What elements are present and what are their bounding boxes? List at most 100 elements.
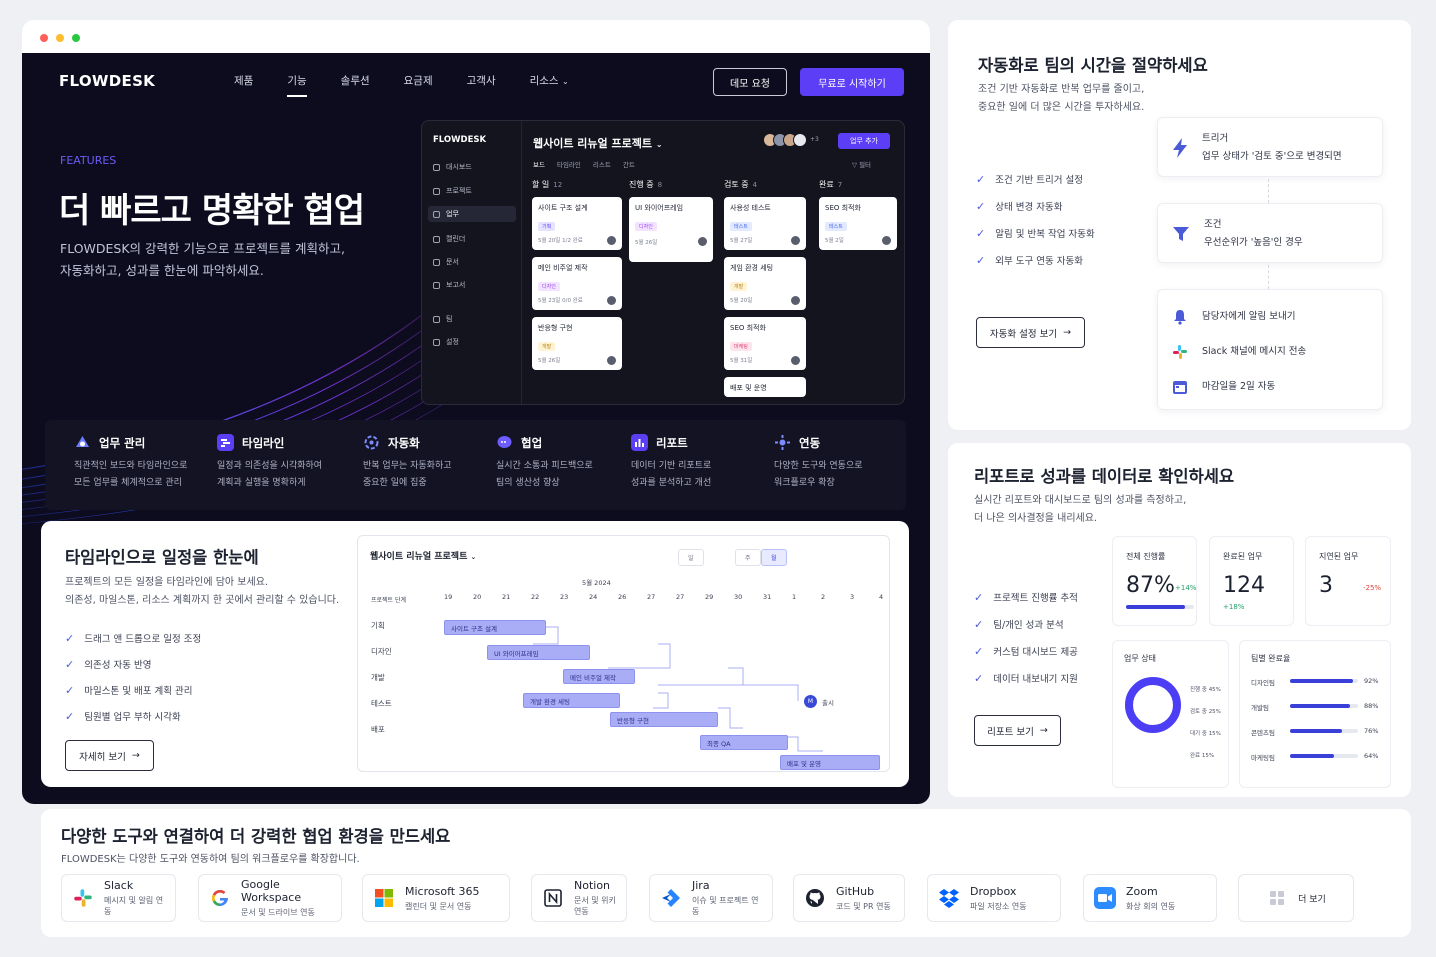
task-card[interactable]: SEO 최적화 마케팅 5월 31일 (724, 317, 806, 370)
check-item: 팀원별 업무 부하 시각화 (65, 709, 201, 723)
feature-desc-line: 모든 업무를 체계적으로 관리 (74, 478, 182, 488)
team-pct: 76% (1364, 727, 1379, 735)
maximize-dot[interactable] (72, 34, 80, 42)
integration-microsoft-365[interactable]: Microsoft 365 캘린더 및 문서 연동 (362, 874, 510, 922)
sidebar-item-reports[interactable]: 보고서 (433, 280, 465, 290)
minimize-dot[interactable] (56, 34, 64, 42)
kpi-value: 87% (1126, 573, 1175, 598)
integration-desc: 파일 저장소 연동 (970, 901, 1027, 911)
task-tag: 개발 (730, 282, 748, 291)
tab-gantt[interactable]: 간트 (623, 159, 635, 169)
gantt-bar[interactable]: 배포 및 운영 (780, 755, 880, 770)
timeline-section: 타임라인으로 일정을 한눈에 프로젝트의 모든 일정을 타임라인에 담아 보세요… (41, 521, 909, 787)
sidebar-item-label: 대시보드 (446, 163, 472, 171)
integration-notion[interactable]: Notion 문서 및 위키 연동 (531, 874, 627, 922)
task-card[interactable]: 메인 비주얼 제작 디자인 5월 23일 0/0 완료 (532, 257, 622, 310)
team-bar-track (1290, 754, 1358, 758)
sidebar-item-label: 업무 (446, 210, 459, 218)
status-label: 대기 중 (1190, 731, 1207, 737)
workflow-action[interactable]: Slack 채널에 메시지 전송 (1158, 334, 1382, 370)
tab-list[interactable]: 리스트 (593, 159, 611, 169)
integration-dropbox[interactable]: Dropbox 파일 저장소 연동 (927, 874, 1061, 922)
milestone-marker[interactable]: M (804, 695, 817, 708)
avatar (882, 236, 891, 245)
more-integrations-button[interactable]: 더 보기 (1238, 874, 1354, 922)
task-date: 5월 31일 (730, 358, 753, 364)
dashboard-icon (433, 163, 440, 171)
automation-title: 자동화로 팀의 시간을 절약하세요 (978, 56, 1208, 75)
team-pct: 64% (1364, 752, 1379, 760)
sidebar-item-calendar[interactable]: 캘린더 (433, 234, 465, 244)
check-item: 알림 및 반복 작업 자동화 (976, 226, 1094, 240)
kpi-delta: +18% (1223, 603, 1245, 611)
nav-link-features[interactable]: 기능 (287, 73, 307, 97)
gantt-bar[interactable]: 사이트 구조 설계 (444, 620, 546, 635)
nav-link-solutions[interactable]: 솔루션 (341, 73, 370, 88)
nav-link-customers[interactable]: 고객사 (467, 73, 496, 88)
timeline-more-button[interactable]: 자세히 보기 → (65, 740, 154, 771)
integration-jira[interactable]: Jira 이슈 및 프로젝트 연동 (649, 874, 773, 922)
sidebar-item-team[interactable]: 팀 (433, 314, 452, 324)
gantt-bar[interactable]: 개발 환경 세팅 (523, 693, 620, 708)
gantt-bar[interactable]: 반응형 구현 (610, 712, 718, 727)
tab-board[interactable]: 보드 (533, 159, 545, 169)
sidebar-item-projects[interactable]: 프로젝트 (433, 186, 472, 196)
check-item: 드래그 앤 드롭으로 일정 조정 (65, 631, 201, 645)
automation-settings-button[interactable]: 자동화 설정 보기 → (976, 317, 1085, 348)
nav-link-product[interactable]: 제품 (234, 73, 253, 88)
integration-slack[interactable]: Slack 메시지 및 알림 연동 (61, 874, 176, 922)
task-card[interactable]: SEO 최적화 테스트 5월 2일 (819, 197, 897, 250)
team-bar-fill (1290, 754, 1334, 758)
team-icon (433, 315, 440, 323)
sidebar-item-settings[interactable]: 설정 (433, 337, 459, 347)
start-free-button[interactable]: 무료로 시작하기 (800, 68, 904, 96)
status-legend-item: 완료 15% (1190, 745, 1221, 767)
task-card[interactable]: 사이트 구조 설계 기획 5월 20일 1/2 완료 (532, 197, 622, 250)
close-dot[interactable] (40, 34, 48, 42)
board-column-todo: 할 일 12 사이트 구조 설계 기획 5월 20일 1/2 완료 메인 비주얼 제작… (532, 179, 622, 377)
workflow-action[interactable]: 담당자에게 알림 보내기 (1158, 300, 1382, 334)
team-bar-track (1290, 729, 1358, 733)
timeline-desc-line: 프로젝트의 모든 일정을 타임라인에 담아 보세요. (65, 577, 269, 588)
sidebar-item-label: 프로젝트 (446, 187, 472, 195)
sidebar-item-tasks[interactable]: 업무 (428, 206, 516, 222)
filter-button[interactable]: ▽ 필터 (852, 159, 871, 169)
column-count: 12 (553, 181, 563, 189)
gantt-bar[interactable]: 최종 QA (700, 735, 788, 750)
automation-checklist: 조건 기반 트리거 설정 상태 변경 자동화 알림 및 반복 작업 자동화 외부… (976, 172, 1094, 267)
integration-github[interactable]: GitHub 코드 및 PR 연동 (793, 874, 905, 922)
nav-link-resources[interactable]: 리소스 ⌄ (530, 73, 569, 88)
workflow-connector (1268, 265, 1269, 289)
task-card[interactable]: UI 와이어프레임 디자인 5월 26일 (629, 197, 713, 262)
brand-logo[interactable]: FLOWDESK (59, 72, 155, 90)
feature-task-management: 업무 관리 직관적인 보드와 타임라인으로 모든 업무를 체계적으로 관리 (74, 434, 214, 492)
task-card[interactable]: 게임 환경 세팅 개발 5월 20일 (724, 257, 806, 310)
folder-icon (433, 187, 440, 195)
workflow-actions-card: 담당자에게 알림 보내기 Slack 채널에 메시지 전송 마감일을 2일 자동 (1157, 289, 1383, 410)
task-card[interactable]: 반응형 구현 개발 5월 26일 (532, 317, 622, 370)
integration-name: GitHub (836, 884, 875, 898)
integration-google-workspace[interactable]: Google Workspace 문서 및 드라이브 연동 (198, 874, 342, 922)
workflow-action[interactable]: 마감일을 2일 자동 (1158, 370, 1382, 404)
add-task-button[interactable]: 업무 추가 (838, 133, 890, 149)
sidebar-item-docs[interactable]: 문서 (433, 257, 459, 267)
member-avatars[interactable]: +3 (763, 133, 819, 147)
reports-view-button[interactable]: 리포트 보기 → (974, 715, 1061, 746)
project-title[interactable]: 웹사이트 리뉴얼 프로젝트 ⌄ (533, 135, 663, 151)
task-card[interactable]: 사용성 테스트 테스트 5월 27일 (724, 197, 806, 250)
gantt-bar[interactable]: 메인 비주얼 제작 (563, 669, 635, 684)
gantt-bar[interactable]: UI 와이어프레임 (487, 645, 590, 660)
task-card[interactable]: 배포 및 운영 (724, 377, 806, 397)
team-bar-fill (1290, 729, 1342, 733)
workflow-condition-card[interactable]: 조건 우선순위가 '높음'인 경우 (1157, 203, 1383, 263)
filter-icon: ▽ (852, 161, 857, 169)
tab-timeline[interactable]: 타임라인 (557, 159, 581, 169)
task-date: 5월 26일 (635, 240, 658, 246)
sidebar-item-dashboard[interactable]: 대시보드 (433, 162, 472, 172)
integration-zoom[interactable]: Zoom 화상 회의 연동 (1083, 874, 1217, 922)
demo-request-button[interactable]: 데모 요청 (713, 68, 787, 96)
workflow-trigger-card[interactable]: 트리거 업무 상태가 '검토 중'으로 변경되면 (1157, 117, 1383, 177)
nav-link-pricing[interactable]: 요금제 (404, 73, 433, 88)
chevron-down-icon: ⌄ (655, 140, 663, 149)
column-header: 진행 중8 (629, 179, 713, 190)
